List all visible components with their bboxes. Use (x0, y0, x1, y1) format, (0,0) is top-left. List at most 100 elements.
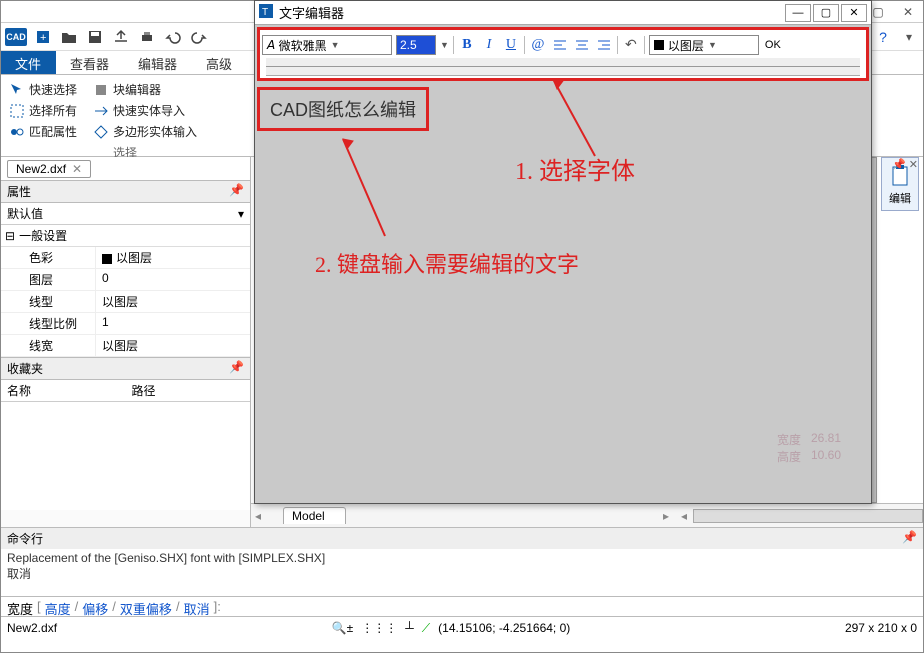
export-icon[interactable] (111, 27, 131, 47)
prompt-double-offset-link[interactable]: 双重偏移 (120, 599, 172, 614)
commandline-header: 命令行 📌 (1, 527, 923, 549)
tab-advanced[interactable]: 高级 (192, 51, 247, 74)
commandline-output[interactable]: Replacement of the [Geniso.SHX] font wit… (1, 549, 923, 597)
favorites-columns: 名称 路径 (1, 380, 250, 402)
prop-row-layer[interactable]: 图层0 (1, 269, 250, 291)
prompt-height-link[interactable]: 高度 (45, 599, 71, 614)
prop-row-linetype[interactable]: 线型以图层 (1, 291, 250, 313)
redo-icon[interactable] (189, 27, 209, 47)
select-all-button[interactable]: 选择所有 (9, 100, 77, 121)
model-tab[interactable]: Model (283, 507, 346, 524)
italic-button[interactable]: I (480, 35, 498, 55)
prompt-offset-link[interactable]: 偏移 (82, 599, 108, 614)
pin-icon[interactable]: 📌 (229, 360, 244, 377)
bracket: ]: (214, 599, 221, 614)
tab-file[interactable]: 文件 (1, 51, 56, 74)
polygon-entity-input-label: 多边形实体输入 (113, 123, 197, 140)
dialog-close-icon[interactable]: ✕ (841, 4, 867, 22)
properties-section-general[interactable]: ⊟一般设置 (1, 225, 250, 247)
chevron-down-icon: ▼ (331, 40, 340, 50)
favorites-panel: 收藏夹 📌 名称 路径 (1, 357, 250, 510)
align-center-button[interactable] (573, 35, 591, 55)
chevron-down-icon: ▼ (708, 40, 717, 50)
block-editor-button[interactable]: 块编辑器 (93, 79, 197, 100)
panel-controls: 📌 ✕ (892, 158, 918, 171)
color-swatch-icon (654, 40, 664, 50)
font-size-input[interactable]: 2.5 (396, 35, 436, 55)
prop-key: 线宽 (1, 335, 96, 356)
status-coords: (14.15106; -4.251664; 0) (438, 621, 570, 635)
quick-select-button[interactable]: 快速选择 (9, 79, 77, 100)
text-editor-icon: T (259, 4, 273, 21)
prompt-cancel-link[interactable]: 取消 (184, 599, 210, 614)
properties-selector[interactable]: 默认值 ▾ (1, 203, 250, 225)
ortho-icon[interactable]: ⟋ (422, 621, 430, 636)
favorites-body: 名称 路径 (1, 380, 250, 510)
panel-close-icon[interactable]: ✕ (909, 159, 918, 171)
favorites-col-name[interactable]: 名称 (1, 380, 126, 401)
properties-default-label: 默认值 (7, 205, 43, 222)
fast-entity-import-label: 快速实体导入 (113, 102, 185, 119)
sep: / (112, 599, 116, 614)
tab-editor[interactable]: 编辑器 (124, 51, 192, 74)
open-folder-icon[interactable] (59, 27, 79, 47)
text-input-area[interactable]: CAD图纸怎么编辑 (257, 87, 429, 131)
ok-button[interactable]: OK (763, 38, 783, 52)
color-bylayer-select[interactable]: 以图层 ▼ (649, 35, 759, 55)
ghost-h-label: 高度 (777, 448, 801, 465)
font-sample-icon: 𝘈 (267, 38, 275, 52)
help-icon[interactable]: ? (873, 27, 893, 47)
print-icon[interactable] (137, 27, 157, 47)
prop-row-color[interactable]: 色彩■以图层以图层 (1, 247, 250, 269)
collapse-ribbon-icon[interactable]: ▾ (899, 27, 919, 47)
close-tab-icon[interactable]: ✕ (72, 162, 82, 176)
align-right-button[interactable] (595, 35, 613, 55)
bold-button[interactable]: B (458, 35, 476, 55)
dialog-titlebar[interactable]: T 文字编辑器 — ▢ ✕ (255, 1, 871, 25)
commandline-line: 取消 (7, 565, 917, 582)
panel-pin-icon[interactable]: 📌 (892, 159, 906, 171)
tab-viewer[interactable]: 查看器 (56, 51, 124, 74)
match-props-label: 匹配属性 (29, 123, 77, 140)
chevron-down-icon[interactable]: ▼ (440, 40, 449, 50)
undo-icon[interactable] (163, 27, 183, 47)
favorites-header: 收藏夹 📌 (1, 358, 250, 380)
font-family-select[interactable]: 𝘈 微软雅黑 ▼ (262, 35, 392, 55)
dialog-minimize-icon[interactable]: — (785, 4, 811, 22)
prop-key: 色彩 (1, 247, 96, 268)
fast-entity-import-button[interactable]: 快速实体导入 (93, 100, 197, 121)
separator (644, 36, 645, 54)
ghost-w-label: 宽度 (777, 431, 801, 448)
outer-close-icon[interactable]: ✕ (897, 3, 919, 21)
hscrollbar[interactable] (693, 509, 923, 523)
zoom-icon[interactable]: 🔍± (332, 621, 354, 635)
match-props-button[interactable]: 匹配属性 (9, 121, 77, 142)
prompt-width: 宽度 (7, 599, 33, 614)
document-tab[interactable]: New2.dxf ✕ (7, 160, 91, 178)
prop-row-lineweight[interactable]: 线宽以图层 (1, 335, 250, 357)
select-all-label: 选择所有 (29, 102, 77, 119)
tab-scroll-right-icon[interactable]: ▸ (657, 509, 675, 523)
insert-symbol-button[interactable]: @ (529, 35, 547, 55)
polygon-entity-input-button[interactable]: 多边形实体输入 (93, 121, 197, 142)
new-file-icon[interactable]: + (33, 27, 53, 47)
pin-icon[interactable]: 📌 (902, 530, 917, 547)
hscroll-left-icon[interactable]: ◂ (675, 509, 693, 523)
align-left-button[interactable] (551, 35, 569, 55)
command-prompt[interactable]: 宽度 [ 高度 / 偏移 / 双重偏移 / 取消 ]: (1, 597, 923, 617)
dialog-maximize-icon[interactable]: ▢ (813, 4, 839, 22)
grid-icon[interactable]: ┴ (405, 621, 414, 635)
prop-row-ltscale[interactable]: 线型比例1 (1, 313, 250, 335)
tab-scroll-left-icon[interactable]: ◂ (251, 509, 265, 523)
snap-icon[interactable]: ⋮⋮⋮ (361, 621, 397, 635)
underline-button[interactable]: U (502, 35, 520, 55)
dialog-toolbar: 𝘈 微软雅黑 ▼ 2.5 ▼ B I U @ ↶ 以图层 ▼ OK (262, 32, 864, 58)
arrow-icon (335, 131, 395, 241)
save-icon[interactable] (85, 27, 105, 47)
favorites-col-path[interactable]: 路径 (126, 380, 251, 401)
document-tabs: New2.dxf ✕ (1, 157, 250, 181)
document-tab-label: New2.dxf (16, 162, 66, 176)
pin-icon[interactable]: 📌 (229, 183, 244, 200)
status-filename: New2.dxf (7, 621, 57, 635)
undo-button[interactable]: ↶ (622, 35, 640, 55)
